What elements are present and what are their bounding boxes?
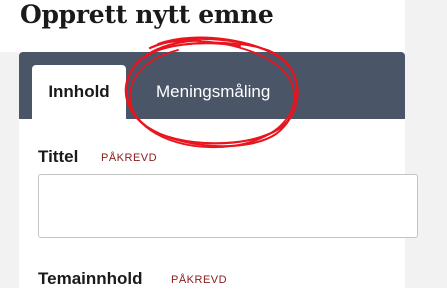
page-background-left (0, 52, 19, 288)
title-field-label: Tittel (38, 147, 79, 166)
page-title: Opprett nytt emne (20, 0, 274, 29)
content-field-label: Temainnhold (38, 269, 143, 288)
tab-innhold[interactable]: Innhold (32, 65, 126, 119)
content-required-badge: PÅKREVD (171, 274, 228, 286)
tab-meningsmaling[interactable]: Meningsmåling (140, 65, 320, 118)
page-background-right (405, 0, 447, 288)
title-input[interactable] (38, 174, 418, 238)
tab-label: Meningsmåling (156, 81, 271, 101)
tab-label: Innhold (48, 82, 110, 101)
title-required-badge: PÅKREVD (101, 152, 158, 164)
